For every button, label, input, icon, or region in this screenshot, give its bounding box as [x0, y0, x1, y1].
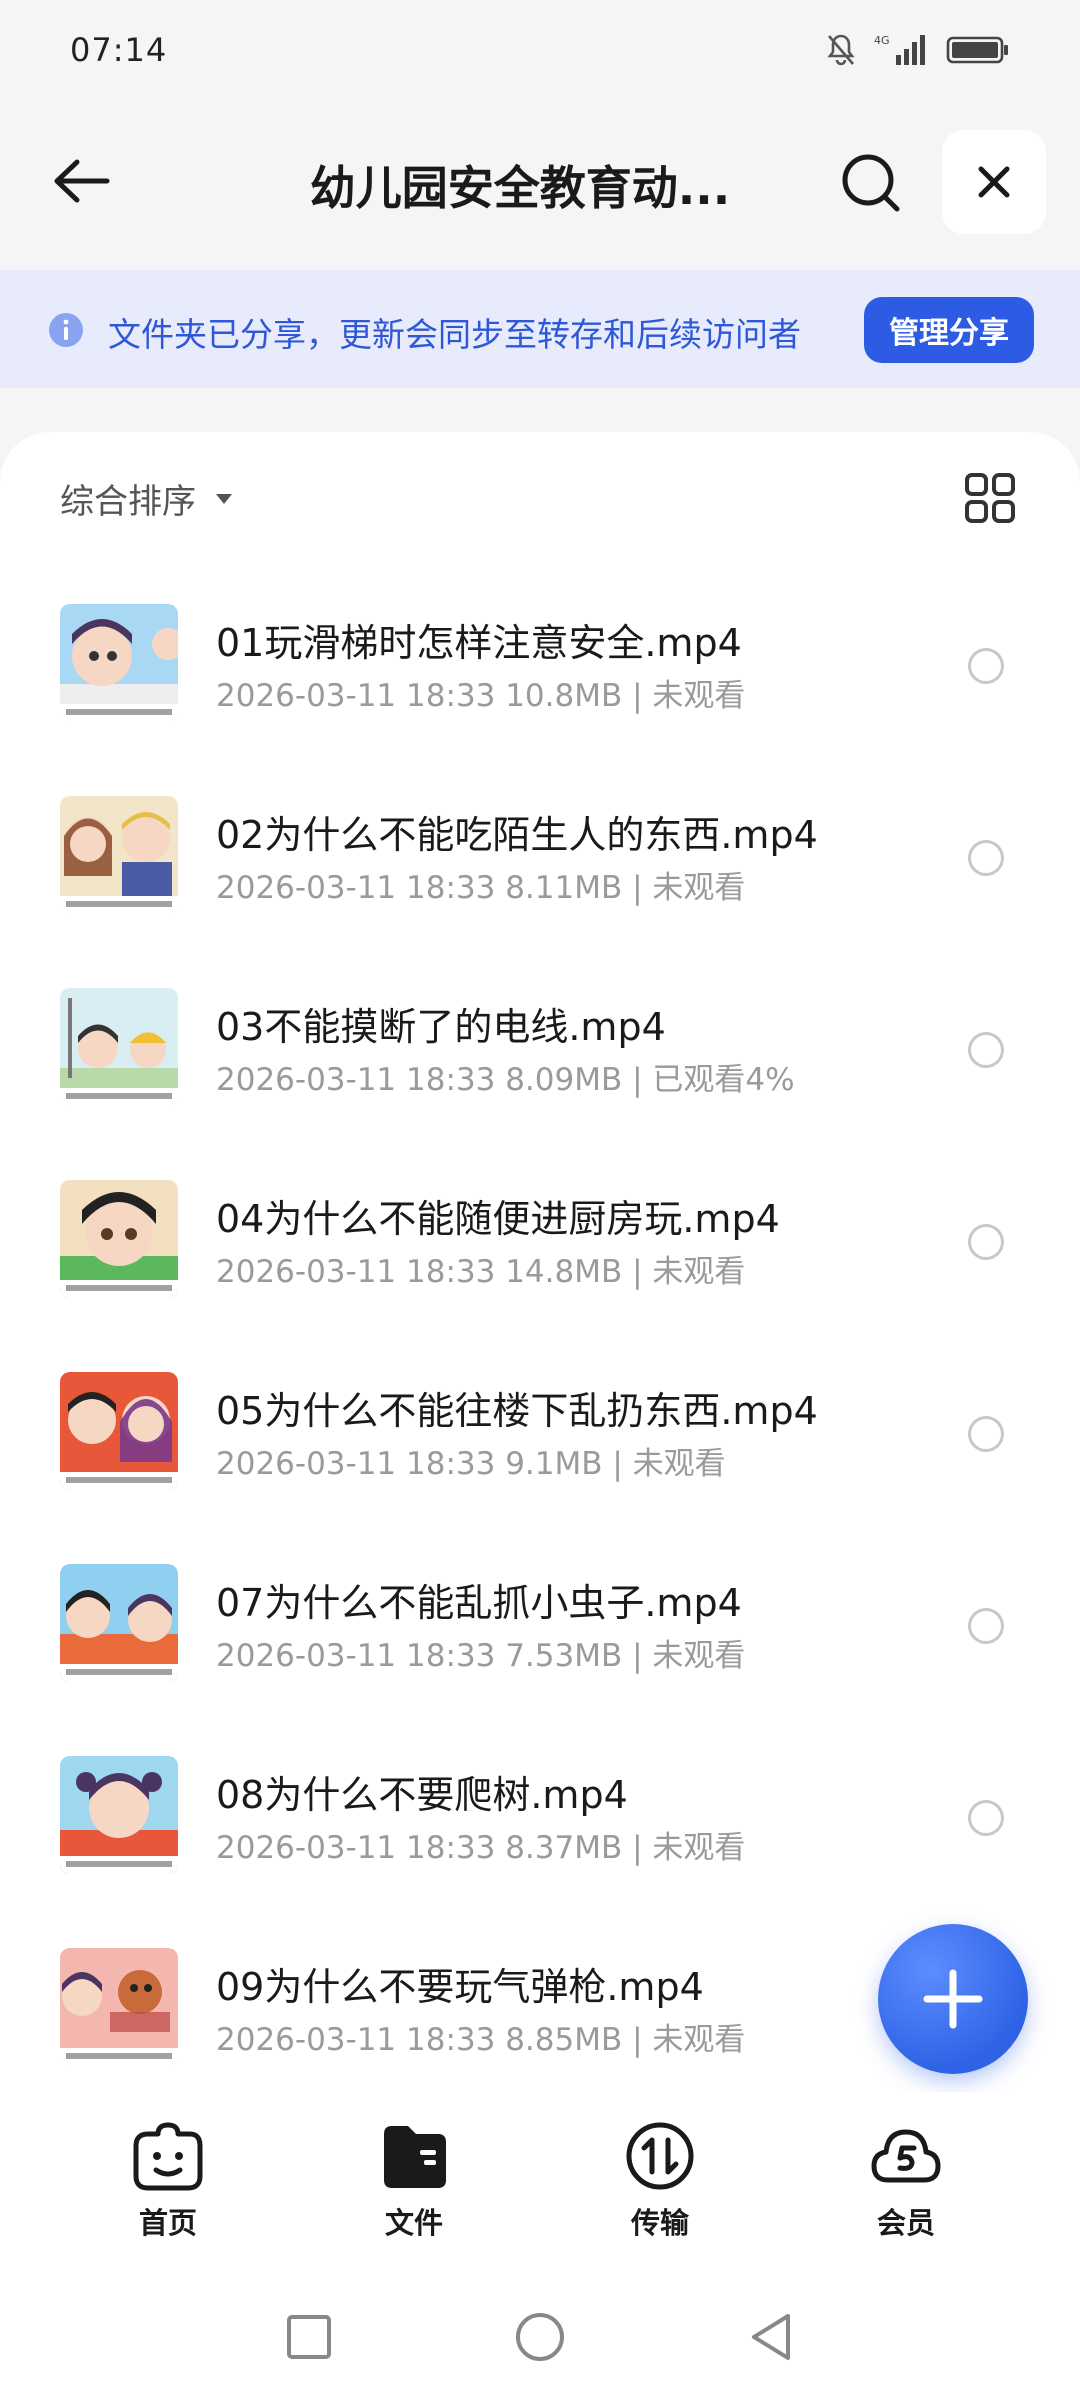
top-bar: 幼儿园安全教育动...	[0, 100, 1080, 260]
nav-item-transfer[interactable]: 传输	[580, 2120, 740, 2260]
sort-label: 综合排序	[60, 482, 196, 522]
home-circle-icon[interactable]	[513, 2310, 567, 2364]
system-nav-bar	[0, 2272, 1080, 2400]
file-meta: 2026-03-11 18:33 9.1MB | 未观看	[216, 1446, 726, 1482]
search-button[interactable]	[836, 148, 906, 218]
file-name: 05为什么不能往楼下乱扔东西.mp4	[216, 1389, 818, 1433]
file-item[interactable]: 07为什么不能乱抓小虫子.mp4 2026-03-11 18:33 7.53MB…	[0, 1536, 1080, 1728]
share-banner: 文件夹已分享，更新会同步至转存和后续访问者 管理分享	[0, 270, 1080, 388]
file-name: 08为什么不要爬树.mp4	[216, 1773, 628, 1817]
video-thumbnail	[60, 1180, 178, 1298]
select-radio[interactable]	[968, 840, 1004, 876]
file-name: 04为什么不能随便进厨房玩.mp4	[216, 1197, 780, 1241]
nav-label: 传输	[630, 2206, 689, 2240]
plus-icon	[923, 1969, 983, 2029]
video-thumbnail	[60, 1756, 178, 1874]
file-meta: 2026-03-11 18:33 8.09MB | 已观看4%	[216, 1062, 795, 1098]
video-thumbnail	[60, 1948, 178, 2066]
video-thumbnail	[60, 796, 178, 914]
page-title: 幼儿园安全教育动...	[309, 161, 731, 215]
manage-share-button[interactable]: 管理分享	[864, 297, 1034, 363]
nav-label: 首页	[138, 2206, 197, 2240]
close-icon	[978, 166, 1010, 198]
status-icons: 4G	[826, 33, 1010, 67]
select-radio[interactable]	[968, 648, 1004, 684]
file-item[interactable]: 02为什么不能吃陌生人的东西.mp4 2026-03-11 18:33 8.11…	[0, 768, 1080, 960]
select-radio[interactable]	[968, 1224, 1004, 1260]
file-meta: 2026-03-11 18:33 8.11MB | 未观看	[216, 870, 746, 906]
grid-view-icon[interactable]	[964, 472, 1016, 524]
add-button[interactable]	[878, 1924, 1028, 2074]
nav-label: 会员	[876, 2206, 935, 2240]
file-list: 01玩滑梯时怎样注意安全.mp4 2026-03-11 18:33 10.8MB…	[0, 576, 1080, 2112]
file-name: 01玩滑梯时怎样注意安全.mp4	[216, 621, 742, 665]
file-name: 03不能摸断了的电线.mp4	[216, 1005, 666, 1049]
mute-bell-icon	[827, 34, 855, 66]
select-radio[interactable]	[968, 1032, 1004, 1068]
caret-down-icon	[216, 493, 232, 504]
recents-square-icon[interactable]	[282, 2310, 336, 2364]
file-list-panel: 综合排序 01玩滑梯时怎样注意安全.mp4 2026-03-11 18:33 1…	[0, 432, 1080, 2092]
nav-item-vip[interactable]: 会员	[826, 2120, 986, 2260]
file-meta: 2026-03-11 18:33 8.85MB | 未观看	[216, 2022, 746, 2058]
file-item[interactable]: 08为什么不要爬树.mp4 2026-03-11 18:33 8.37MB | …	[0, 1728, 1080, 1920]
search-icon	[842, 154, 900, 212]
select-radio[interactable]	[968, 1800, 1004, 1836]
transfer-icon	[626, 2122, 694, 2190]
signal-icon: 4G	[874, 34, 925, 65]
select-radio[interactable]	[968, 1608, 1004, 1644]
bottom-nav: 首页 文件 传输 会员	[0, 2092, 1080, 2272]
file-meta: 2026-03-11 18:33 8.37MB | 未观看	[216, 1830, 746, 1866]
back-button[interactable]	[48, 148, 114, 214]
info-icon	[49, 313, 83, 347]
folder-icon	[384, 2126, 446, 2188]
status-time: 07:14	[70, 31, 168, 69]
file-item[interactable]: 03不能摸断了的电线.mp4 2026-03-11 18:33 8.09MB |…	[0, 960, 1080, 1152]
cloud-vip-icon	[871, 2129, 941, 2183]
file-meta: 2026-03-11 18:33 14.8MB | 未观看	[216, 1254, 746, 1290]
file-name: 09为什么不要玩气弹枪.mp4	[216, 1965, 704, 2009]
file-item[interactable]: 05为什么不能往楼下乱扔东西.mp4 2026-03-11 18:33 9.1M…	[0, 1344, 1080, 1536]
file-meta: 2026-03-11 18:33 10.8MB | 未观看	[216, 678, 746, 714]
nav-item-home[interactable]: 首页	[88, 2120, 248, 2260]
share-banner-text: 文件夹已分享，更新会同步至转存和后续访问者	[108, 315, 801, 354]
select-radio[interactable]	[968, 1416, 1004, 1452]
file-meta: 2026-03-11 18:33 7.53MB | 未观看	[216, 1638, 746, 1674]
video-thumbnail	[60, 604, 178, 722]
video-thumbnail	[60, 988, 178, 1106]
nav-item-files[interactable]: 文件	[334, 2120, 494, 2260]
svg-text:4G: 4G	[874, 34, 890, 47]
file-item[interactable]: 01玩滑梯时怎样注意安全.mp4 2026-03-11 18:33 10.8MB…	[0, 576, 1080, 768]
file-item[interactable]: 04为什么不能随便进厨房玩.mp4 2026-03-11 18:33 14.8M…	[0, 1152, 1080, 1344]
home-face-icon	[133, 2122, 203, 2191]
sort-dropdown[interactable]: 综合排序	[60, 474, 234, 523]
nav-label: 文件	[384, 2206, 443, 2240]
close-button[interactable]	[942, 130, 1046, 234]
video-thumbnail	[60, 1372, 178, 1490]
back-triangle-icon[interactable]	[744, 2310, 798, 2364]
arrow-left-icon	[54, 159, 110, 203]
file-name: 02为什么不能吃陌生人的东西.mp4	[216, 813, 818, 857]
status-bar: 07:14 4G	[0, 0, 1080, 100]
battery-icon	[946, 36, 1008, 64]
video-thumbnail	[60, 1564, 178, 1682]
file-name: 07为什么不能乱抓小虫子.mp4	[216, 1581, 742, 1625]
